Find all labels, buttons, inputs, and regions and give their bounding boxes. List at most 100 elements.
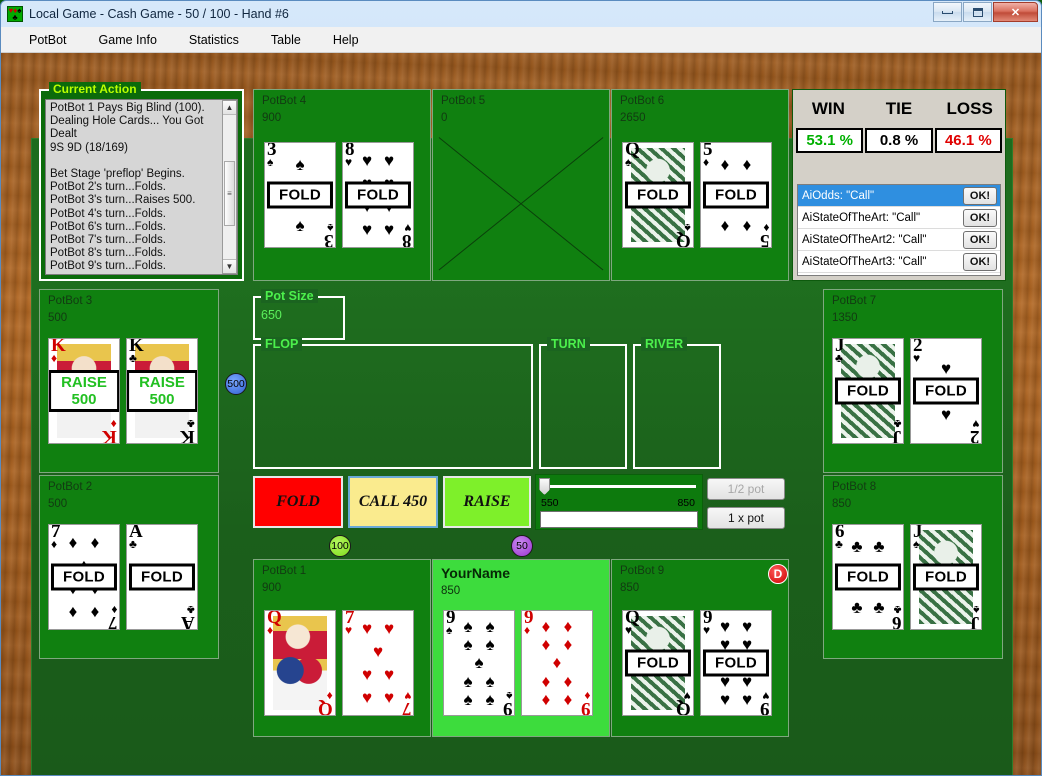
maximize-button[interactable] [963, 2, 992, 22]
menu-item-table[interactable]: Table [257, 30, 315, 50]
flop-legend: FLOP [261, 337, 303, 351]
ai-advisor-row[interactable]: AiStateOfTheArt: "Call" OK! [798, 207, 1000, 229]
river-legend: RIVER [641, 337, 688, 351]
fold-badge: FOLD [834, 563, 902, 591]
one-pot-button[interactable]: 1 x pot [707, 507, 785, 529]
card-rank-corner: 5 ♦ [703, 142, 713, 169]
pot-chip-500: 500 [225, 373, 247, 395]
seat-player-name: PotBot 2 [48, 481, 93, 493]
raise-button[interactable]: RAISE [443, 476, 531, 528]
seat-potbot-2[interactable]: PotBot 2 500 ♦♦♦♦♦♦♦7♦7♦FOLD♣A♣A♣FOLD [39, 475, 219, 659]
playing-card: ♣♣♣♣♣♣6♣6♣FOLD [832, 524, 904, 630]
playing-card: J ♣ J ♣ FOLD [832, 338, 904, 444]
playing-card: ♥♥♥♥♥♥♥♥♥9♥9♥FOLD [700, 610, 772, 716]
seat-player-name: PotBot 8 [832, 481, 877, 493]
playing-card: ♠ ♠ ♠ ♠ ♠ ♠ ♠ ♠ ♠ 9 ♠ 9 ♠ [443, 610, 515, 716]
playing-card: ♦♦♦♦♦5♦5♦FOLD [700, 142, 772, 248]
window-controls: ✕ [932, 2, 1038, 22]
seat-stack-amount: 2650 [620, 112, 646, 124]
playing-card: K ♦ K ♦ RAISE 500 [48, 338, 120, 444]
card-rank-corner: 9 ♠ [446, 610, 456, 637]
card-rank-corner-bottom: 9 ♥ [759, 689, 770, 716]
card-pips: ♠ ♠ ♠ ♠ ♠ ♠ ♠ ♠ ♠ [463, 616, 495, 710]
card-rank-corner-bottom: A ♣ [181, 603, 195, 630]
ai-ok-button[interactable]: OK! [963, 230, 997, 249]
seat-hole-cards: ♠ ♠ ♠ ♠ ♠ ♠ ♠ ♠ ♠ 9 ♠ 9 ♠ ♦ ♦ ♦ ♦ ♦ ♦ ♦ ♦ ♦ 9 ♦ 9 ♦ [443, 610, 593, 716]
fold-button[interactable]: FOLD [253, 476, 343, 528]
seat-potbot-6[interactable]: PotBot 62650Q♠Q♠FOLD♦♦♦♦♦5♦5♦FOLD [611, 89, 789, 281]
ai-advisor-list: AiOdds: "Call" OK! AiStateOfTheArt: "Cal… [797, 184, 1001, 276]
bet-amount-panel: 550 850 [535, 474, 703, 530]
card-rank-corner-bottom: J ♣ [891, 417, 902, 444]
card-rank-corner-bottom: K ♦ [102, 417, 117, 444]
seat-stack-amount: 500 [48, 498, 68, 510]
ai-ok-button[interactable]: OK! [963, 252, 997, 271]
card-rank-corner-bottom: 9 ♦ [580, 689, 591, 716]
card-rank-corner-bottom: Q ♠ [676, 221, 691, 248]
odds-header-win: WIN [811, 99, 845, 118]
minimize-button[interactable] [933, 2, 962, 22]
scroll-up-icon[interactable]: ▲ [223, 101, 236, 115]
pot-size-legend: Pot Size [261, 289, 318, 303]
ai-ok-button[interactable]: OK! [963, 186, 997, 205]
playing-card: Q ♦ Q ♦ [264, 610, 336, 716]
current-action-panel: Current Action PotBot 1 Pays Big Blind (… [39, 82, 244, 281]
menu-item-help[interactable]: Help [319, 30, 373, 50]
ai-advisor-label: AiStateOfTheArt3: "Call" [802, 255, 927, 268]
odds-panel: WIN TIE LOSS 53.1 % 0.8 % 46.1 % AiOdds:… [792, 89, 1006, 281]
menu-item-potbot[interactable]: PotBot [15, 30, 81, 50]
seat-potbot-3[interactable]: PotBot 3 500 K ♦ K ♦ RAISE 500 K ♣ K ♣ RAISE 500 [39, 289, 219, 473]
close-button[interactable]: ✕ [993, 2, 1038, 22]
menu-item-game-info[interactable]: Game Info [85, 30, 171, 50]
dealer-button-icon: D [768, 564, 788, 584]
bet-slider-track[interactable] [550, 485, 696, 488]
odds-headers: WIN TIE LOSS [793, 90, 1005, 128]
bet-slider-thumb[interactable] [539, 478, 550, 495]
seat-player-name: PotBot 7 [832, 295, 877, 307]
fold-badge: FOLD [702, 649, 770, 677]
seat-potbot-8[interactable]: PotBot 8850♣♣♣♣♣♣6♣6♣FOLDJ♠J♠FOLD [823, 475, 1003, 659]
seat-potbot-9[interactable]: PotBot 9850Q♥Q♥FOLD♥♥♥♥♥♥♥♥♥9♥9♥FOLD [611, 559, 789, 737]
seat-hole-cards: J ♣ J ♣ FOLD ♥ ♥ 2 ♥ 2 ♥ FOLD [832, 338, 982, 444]
ai-ok-button[interactable]: OK! [963, 208, 997, 227]
scrollbar-thumb[interactable]: ≡ [224, 161, 235, 226]
card-rank-corner: J ♠ [913, 524, 923, 551]
playing-card: ♣A♣A♣FOLD [126, 524, 198, 630]
bet-amount-input[interactable] [540, 511, 698, 528]
card-rank-corner: Q ♥ [625, 610, 640, 637]
turn-box: TURN [539, 337, 627, 469]
playing-card: ♠♠♠3♠3♠FOLD [264, 142, 336, 248]
card-rank-corner: Q ♠ [625, 142, 640, 169]
card-rank-corner: Q ♦ [267, 610, 282, 637]
ai-advisor-row[interactable]: AiStateOfTheArt2: "Call" OK! [798, 229, 1000, 251]
seat-stack-amount: 1350 [832, 312, 858, 324]
seat-hole-cards: ♣♣♣♣♣♣6♣6♣FOLDJ♠J♠FOLD [832, 524, 982, 630]
scroll-down-icon[interactable]: ▼ [223, 259, 236, 273]
ai-advisor-row[interactable]: AiOdds: "Call" OK! [798, 185, 1000, 207]
call-button[interactable]: CALL 450 [348, 476, 438, 528]
bet-chip-50: 50 [511, 535, 533, 557]
playing-card: ♦♦♦♦♦♦♦7♦7♦FOLD [48, 524, 120, 630]
playing-card: ♥ ♥ 2 ♥ 2 ♥ FOLD [910, 338, 982, 444]
seat-potbot-4[interactable]: PotBot 4900♠♠♠3♠3♠FOLD♥♥♥♥♥♥♥♥8♥8♥FOLD [253, 89, 431, 281]
odds-win-value: 53.1 % [796, 128, 864, 153]
fold-badge: FOLD [624, 649, 692, 677]
turn-legend: TURN [547, 337, 590, 351]
ai-advisor-row[interactable]: AiStateOfTheArt3: "Call" OK! [798, 251, 1000, 273]
seat-stack-amount: 850 [620, 582, 640, 594]
ai-advisor-label: AiStateOfTheArt2: "Call" [802, 233, 927, 246]
action-log-scrollbar[interactable]: ▲ ≡ ▼ [222, 100, 237, 274]
playing-card: K ♣ K ♣ RAISE 500 [126, 338, 198, 444]
seat-potbot-5[interactable]: PotBot 50 [432, 89, 610, 281]
half-pot-button[interactable]: 1/2 pot [707, 478, 785, 500]
menu-item-statistics[interactable]: Statistics [175, 30, 253, 50]
ai-advisor-label: AiStateOfTheArt: "Call" [802, 211, 921, 224]
current-action-legend: Current Action [49, 82, 141, 96]
playing-card: Q ♥ Q ♥ FOLD [622, 610, 694, 716]
seat-yourname[interactable]: YourName 850 ♠ ♠ ♠ ♠ ♠ ♠ ♠ ♠ ♠ 9 ♠ 9 ♠ ♦ ♦ ♦ ♦ ♦ ♦ ♦ ♦ ♦ 9 ♦ 9 ♦ [432, 559, 610, 737]
seat-potbot-1[interactable]: PotBot 1 900 Q ♦ Q ♦ ♥ ♥ ♥ ♥ ♥ ♥ ♥ 7 ♥ 7 ♥ [253, 559, 431, 737]
seat-potbot-7[interactable]: PotBot 7 1350 J ♣ J ♣ FOLD ♥ ♥ 2 ♥ 2 ♥ FOLD [823, 289, 1003, 473]
river-box: RIVER [633, 337, 721, 469]
raise-badge: RAISE 500 [127, 370, 197, 412]
seat-stack-amount: 500 [48, 312, 68, 324]
